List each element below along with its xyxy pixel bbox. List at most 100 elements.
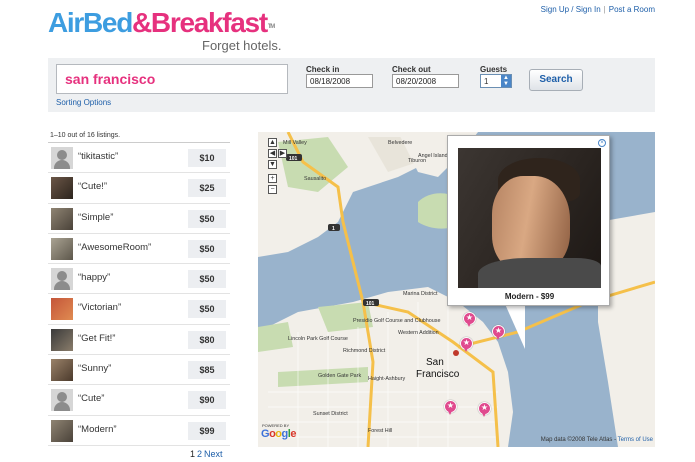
listing-name: “AwesomeRoom” [78, 241, 152, 253]
checkout-label: Check out [392, 65, 431, 74]
listing-name: “Cute” [78, 393, 105, 405]
hwy-1-label: 1 [332, 226, 335, 232]
listing-popup[interactable]: Modern - $99 × [447, 135, 610, 306]
avatar [51, 147, 73, 169]
city-label-francisco: Francisco [416, 369, 460, 380]
list-item[interactable]: “Cute” $90 [48, 385, 230, 416]
listing-price: $50 [188, 239, 226, 258]
pan-left-icon[interactable]: ◀ [268, 149, 277, 158]
pan-right-icon[interactable]: ▶ [278, 149, 287, 158]
listing-price: $50 [188, 270, 226, 289]
listing-price: $25 [188, 179, 226, 198]
map-pin[interactable]: ★ [444, 400, 457, 415]
list-item[interactable]: “tikitastic” $10 [48, 143, 230, 174]
label-richmond: Richmond District [343, 348, 386, 354]
link-separator: | [603, 5, 606, 14]
listing-name: “Sunny” [78, 363, 112, 375]
avatar [51, 237, 73, 260]
listing-price: $10 [188, 149, 226, 167]
guests-value: 1 [484, 77, 489, 86]
popup-caption: Modern - $99 [504, 292, 555, 301]
list-item[interactable]: “Simple” $50 [48, 204, 230, 234]
list-item[interactable]: “Sunny” $85 [48, 355, 230, 386]
listing-name: “Simple” [78, 211, 114, 223]
tagline: Forget hotels. [202, 38, 282, 53]
label-golden-gate-park: Golden Gate Park [318, 373, 361, 379]
map-pin[interactable]: ★ [478, 402, 491, 417]
listing-name: “happy” [78, 272, 111, 284]
signup-link[interactable]: Sign Up / Sign In [541, 5, 601, 14]
copyright-text: Map data ©2008 Tele Atlas - [540, 437, 617, 443]
sorting-options-link[interactable]: Sorting Options [56, 98, 111, 107]
label-marina: Marina District [403, 291, 438, 297]
list-item[interactable]: “Cute!” $25 [48, 173, 230, 204]
list-item[interactable]: “happy” $50 [48, 264, 230, 295]
checkin-input[interactable]: 08/18/2008 [306, 74, 373, 88]
list-item[interactable]: “Victorian” $50 [48, 294, 230, 325]
map[interactable]: 101 1 101 Mill Valley Belvedere Tiburon … [258, 132, 655, 447]
label-sausalito: Sausalito [304, 176, 326, 182]
logo-breakfast: Breakfast [150, 7, 268, 38]
list-item[interactable]: “Get Fit!” $80 [48, 325, 230, 356]
label-haight: Haight-Ashbury [368, 376, 405, 382]
label-western-addition: Western Addition [398, 330, 439, 336]
popup-pointer [505, 304, 525, 349]
hwy-101-label: 101 [289, 156, 298, 162]
avatar [51, 419, 73, 442]
pan-up-icon[interactable]: ▲ [268, 138, 277, 147]
listing-price: $50 [188, 300, 226, 319]
label-presidio: Presidio Golf Course and Clubhouse [353, 318, 441, 324]
sf-land [258, 287, 513, 447]
top-links: Sign Up / Sign In | Post a Room [541, 5, 655, 14]
avatar [51, 298, 73, 321]
location-input[interactable]: san francisco [56, 64, 288, 94]
avatar [51, 207, 73, 230]
listing-name: “Get Fit!” [78, 332, 116, 344]
list-item[interactable]: “Modern” $99 [48, 416, 230, 446]
search-button[interactable]: Search [529, 69, 583, 91]
label-mill-valley: Mill Valley [283, 140, 307, 146]
page-current: 1 [190, 449, 196, 459]
listing-list: “tikitastic” $10 “Cute!” $25 “Simple” $50 “… [48, 142, 230, 446]
map-pin[interactable]: ★ [460, 337, 473, 352]
google-logo[interactable]: Google [261, 428, 296, 440]
listing-count: 1–10 out of 16 listings. [50, 132, 121, 139]
guests-label: Guests [480, 65, 508, 74]
pan-down-icon[interactable]: ▼ [268, 160, 277, 169]
avatar [51, 389, 73, 412]
map-copyright: Map data ©2008 Tele Atlas - Terms of Use [541, 437, 653, 443]
page-2-link[interactable]: 2 [197, 449, 202, 459]
search-panel: san francisco Sorting Options Check in 0… [48, 58, 655, 112]
label-lincoln-park: Lincoln Park Golf Course [288, 336, 348, 342]
logo-airbed: AirBed [48, 7, 133, 38]
logo-trademark: TM [267, 24, 275, 30]
post-room-link[interactable]: Post a Room [609, 5, 655, 14]
next-page-link[interactable]: Next [204, 449, 223, 459]
listing-price: $99 [188, 421, 226, 440]
label-forest-hill: Forest Hill [368, 428, 392, 434]
checkin-label: Check in [306, 65, 340, 74]
logo[interactable]: AirBed&BreakfastTM [48, 6, 275, 40]
map-pin[interactable]: ★ [463, 312, 476, 327]
listing-name: “Cute!” [78, 181, 108, 193]
select-arrows-icon: ▲ ▼ [501, 75, 511, 87]
listing-price: $50 [188, 209, 226, 228]
guests-select[interactable]: 1 ▲ ▼ [480, 74, 512, 88]
avatar [51, 268, 73, 291]
checkout-input[interactable]: 08/20/2008 [392, 74, 459, 88]
listing-price: $90 [188, 391, 226, 410]
terms-link[interactable]: Terms of Use [618, 437, 653, 443]
avatar [51, 359, 73, 382]
label-belvedere: Belvedere [388, 140, 412, 146]
close-icon[interactable]: × [598, 139, 606, 147]
zoom-in-icon[interactable]: + [268, 174, 277, 183]
selected-location-pin-icon[interactable] [453, 350, 459, 356]
list-item[interactable]: “AwesomeRoom” $50 [48, 234, 230, 265]
map-pin[interactable]: ★ [492, 325, 505, 340]
label-sunset: Sunset District [313, 411, 348, 417]
zoom-out-icon[interactable]: − [268, 185, 277, 194]
listing-price: $80 [188, 330, 226, 349]
logo-ampersand: & [132, 7, 152, 38]
avatar [51, 328, 73, 351]
listing-price: $85 [188, 361, 226, 380]
